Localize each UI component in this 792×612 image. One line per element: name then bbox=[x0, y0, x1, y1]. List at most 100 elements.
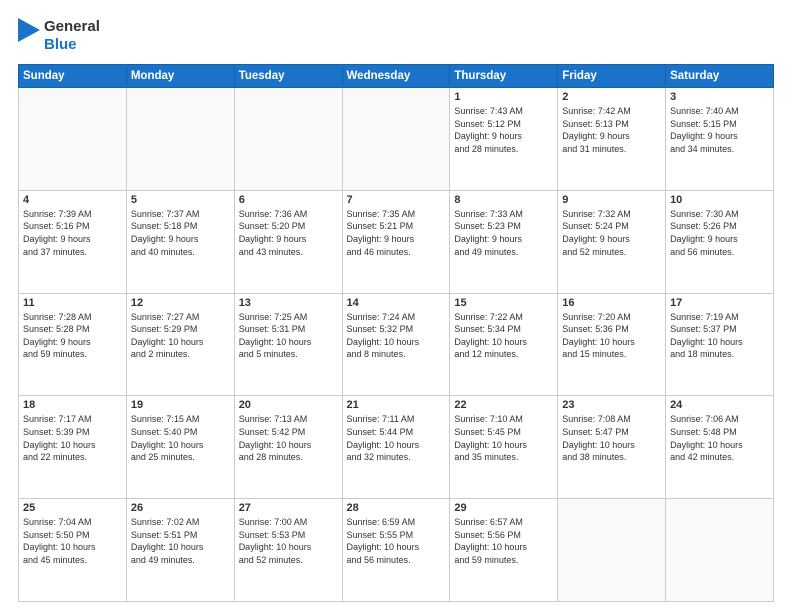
calendar-cell bbox=[558, 499, 666, 602]
page: GeneralBlue SundayMondayTuesdayWednesday… bbox=[0, 0, 792, 612]
weekday-header-wednesday: Wednesday bbox=[342, 65, 450, 88]
day-info: Sunrise: 7:25 AM Sunset: 5:31 PM Dayligh… bbox=[239, 311, 338, 361]
day-number: 2 bbox=[562, 91, 661, 103]
calendar-cell: 10Sunrise: 7:30 AM Sunset: 5:26 PM Dayli… bbox=[666, 190, 774, 293]
day-number: 18 bbox=[23, 399, 122, 411]
day-number: 19 bbox=[131, 399, 230, 411]
day-info: Sunrise: 7:11 AM Sunset: 5:44 PM Dayligh… bbox=[347, 413, 446, 463]
day-info: Sunrise: 7:00 AM Sunset: 5:53 PM Dayligh… bbox=[239, 516, 338, 566]
calendar-cell: 18Sunrise: 7:17 AM Sunset: 5:39 PM Dayli… bbox=[19, 396, 127, 499]
day-info: Sunrise: 7:39 AM Sunset: 5:16 PM Dayligh… bbox=[23, 208, 122, 258]
calendar-cell: 6 Sunrise: 7:36 AM Sunset: 5:20 PM Daylig… bbox=[234, 190, 342, 293]
calendar-cell: 4 Sunrise: 7:39 AM Sunset: 5:16 PM Daylig… bbox=[19, 190, 127, 293]
day-number: 28 bbox=[347, 502, 446, 514]
calendar-cell bbox=[666, 499, 774, 602]
day-number: 17 bbox=[670, 297, 769, 309]
calendar-cell: 21 Sunrise: 7:11 AM Sunset: 5:44 PM Dayli… bbox=[342, 396, 450, 499]
day-number: 12 bbox=[131, 297, 230, 309]
calendar-week-4: 18Sunrise: 7:17 AM Sunset: 5:39 PM Dayli… bbox=[19, 396, 774, 499]
calendar-cell: 16Sunrise: 7:20 AM Sunset: 5:36 PM Dayli… bbox=[558, 293, 666, 396]
calendar-cell bbox=[234, 88, 342, 191]
calendar-cell: 25 Sunrise: 7:04 AM Sunset: 5:50 PM Dayli… bbox=[19, 499, 127, 602]
day-info: Sunrise: 7:06 AM Sunset: 5:48 PM Dayligh… bbox=[670, 413, 769, 463]
day-info: Sunrise: 7:28 AM Sunset: 5:28 PM Dayligh… bbox=[23, 311, 122, 361]
calendar-cell: 12Sunrise: 7:27 AM Sunset: 5:29 PM Dayli… bbox=[126, 293, 234, 396]
day-number: 11 bbox=[23, 297, 122, 309]
calendar-cell: 8 Sunrise: 7:33 AM Sunset: 5:23 PM Daylig… bbox=[450, 190, 558, 293]
weekday-header-friday: Friday bbox=[558, 65, 666, 88]
calendar-cell: 22Sunrise: 7:10 AM Sunset: 5:45 PM Dayli… bbox=[450, 396, 558, 499]
day-info: Sunrise: 7:15 AM Sunset: 5:40 PM Dayligh… bbox=[131, 413, 230, 463]
calendar-cell: 7 Sunrise: 7:35 AM Sunset: 5:21 PM Daylig… bbox=[342, 190, 450, 293]
calendar-cell: 17 Sunrise: 7:19 AM Sunset: 5:37 PM Dayli… bbox=[666, 293, 774, 396]
day-info: Sunrise: 6:59 AM Sunset: 5:55 PM Dayligh… bbox=[347, 516, 446, 566]
calendar-cell: 26 Sunrise: 7:02 AM Sunset: 5:51 PM Dayli… bbox=[126, 499, 234, 602]
day-number: 27 bbox=[239, 502, 338, 514]
day-info: Sunrise: 7:20 AM Sunset: 5:36 PM Dayligh… bbox=[562, 311, 661, 361]
calendar-cell: 9 Sunrise: 7:32 AM Sunset: 5:24 PM Daylig… bbox=[558, 190, 666, 293]
calendar-cell: 14 Sunrise: 7:24 AM Sunset: 5:32 PM Dayli… bbox=[342, 293, 450, 396]
day-info: Sunrise: 7:35 AM Sunset: 5:21 PM Dayligh… bbox=[347, 208, 446, 258]
day-info: Sunrise: 7:04 AM Sunset: 5:50 PM Dayligh… bbox=[23, 516, 122, 566]
weekday-header-row: SundayMondayTuesdayWednesdayThursdayFrid… bbox=[19, 65, 774, 88]
day-info: Sunrise: 7:22 AM Sunset: 5:34 PM Dayligh… bbox=[454, 311, 553, 361]
day-number: 7 bbox=[347, 194, 446, 206]
calendar-week-5: 25 Sunrise: 7:04 AM Sunset: 5:50 PM Dayli… bbox=[19, 499, 774, 602]
day-number: 9 bbox=[562, 194, 661, 206]
day-number: 25 bbox=[23, 502, 122, 514]
calendar-cell: 5Sunrise: 7:37 AM Sunset: 5:18 PM Daylig… bbox=[126, 190, 234, 293]
day-number: 23 bbox=[562, 399, 661, 411]
day-number: 24 bbox=[670, 399, 769, 411]
day-info: Sunrise: 7:24 AM Sunset: 5:32 PM Dayligh… bbox=[347, 311, 446, 361]
day-info: Sunrise: 7:36 AM Sunset: 5:20 PM Dayligh… bbox=[239, 208, 338, 258]
logo-general: General bbox=[44, 18, 100, 36]
day-number: 10 bbox=[670, 194, 769, 206]
weekday-header-sunday: Sunday bbox=[19, 65, 127, 88]
logo: GeneralBlue bbox=[18, 18, 100, 54]
day-number: 14 bbox=[347, 297, 446, 309]
calendar-cell: 19 Sunrise: 7:15 AM Sunset: 5:40 PM Dayli… bbox=[126, 396, 234, 499]
day-info: Sunrise: 7:02 AM Sunset: 5:51 PM Dayligh… bbox=[131, 516, 230, 566]
calendar-cell: 23 Sunrise: 7:08 AM Sunset: 5:47 PM Dayli… bbox=[558, 396, 666, 499]
calendar-table: SundayMondayTuesdayWednesdayThursdayFrid… bbox=[18, 64, 774, 602]
day-info: Sunrise: 7:40 AM Sunset: 5:15 PM Dayligh… bbox=[670, 105, 769, 155]
calendar-week-3: 11 Sunrise: 7:28 AM Sunset: 5:28 PM Dayli… bbox=[19, 293, 774, 396]
calendar-cell: 29 Sunrise: 6:57 AM Sunset: 5:56 PM Dayli… bbox=[450, 499, 558, 602]
calendar-cell: 27 Sunrise: 7:00 AM Sunset: 5:53 PM Dayli… bbox=[234, 499, 342, 602]
day-info: Sunrise: 7:42 AM Sunset: 5:13 PM Dayligh… bbox=[562, 105, 661, 155]
day-info: Sunrise: 7:32 AM Sunset: 5:24 PM Dayligh… bbox=[562, 208, 661, 258]
day-info: Sunrise: 6:57 AM Sunset: 5:56 PM Dayligh… bbox=[454, 516, 553, 566]
day-number: 8 bbox=[454, 194, 553, 206]
day-info: Sunrise: 7:37 AM Sunset: 5:18 PM Dayligh… bbox=[131, 208, 230, 258]
day-number: 22 bbox=[454, 399, 553, 411]
day-number: 4 bbox=[23, 194, 122, 206]
calendar-cell bbox=[342, 88, 450, 191]
calendar-cell bbox=[126, 88, 234, 191]
calendar-cell: 3 Sunrise: 7:40 AM Sunset: 5:15 PM Daylig… bbox=[666, 88, 774, 191]
day-info: Sunrise: 7:13 AM Sunset: 5:42 PM Dayligh… bbox=[239, 413, 338, 463]
calendar-cell: 24 Sunrise: 7:06 AM Sunset: 5:48 PM Dayli… bbox=[666, 396, 774, 499]
calendar-cell: 28 Sunrise: 6:59 AM Sunset: 5:55 PM Dayli… bbox=[342, 499, 450, 602]
weekday-header-tuesday: Tuesday bbox=[234, 65, 342, 88]
day-number: 1 bbox=[454, 91, 553, 103]
day-number: 29 bbox=[454, 502, 553, 514]
weekday-header-saturday: Saturday bbox=[666, 65, 774, 88]
calendar-cell bbox=[19, 88, 127, 191]
day-number: 20 bbox=[239, 399, 338, 411]
header: GeneralBlue bbox=[18, 18, 774, 54]
calendar-cell: 15Sunrise: 7:22 AM Sunset: 5:34 PM Dayli… bbox=[450, 293, 558, 396]
day-info: Sunrise: 7:19 AM Sunset: 5:37 PM Dayligh… bbox=[670, 311, 769, 361]
day-info: Sunrise: 7:33 AM Sunset: 5:23 PM Dayligh… bbox=[454, 208, 553, 258]
logo-arrow-icon bbox=[18, 18, 40, 54]
calendar-cell: 20 Sunrise: 7:13 AM Sunset: 5:42 PM Dayli… bbox=[234, 396, 342, 499]
day-number: 21 bbox=[347, 399, 446, 411]
calendar-cell: 11 Sunrise: 7:28 AM Sunset: 5:28 PM Dayli… bbox=[19, 293, 127, 396]
day-number: 6 bbox=[239, 194, 338, 206]
logo-blue: Blue bbox=[44, 36, 100, 54]
weekday-header-monday: Monday bbox=[126, 65, 234, 88]
calendar-cell: 1Sunrise: 7:43 AM Sunset: 5:12 PM Daylig… bbox=[450, 88, 558, 191]
day-info: Sunrise: 7:08 AM Sunset: 5:47 PM Dayligh… bbox=[562, 413, 661, 463]
day-number: 26 bbox=[131, 502, 230, 514]
day-number: 3 bbox=[670, 91, 769, 103]
calendar-week-2: 4 Sunrise: 7:39 AM Sunset: 5:16 PM Daylig… bbox=[19, 190, 774, 293]
